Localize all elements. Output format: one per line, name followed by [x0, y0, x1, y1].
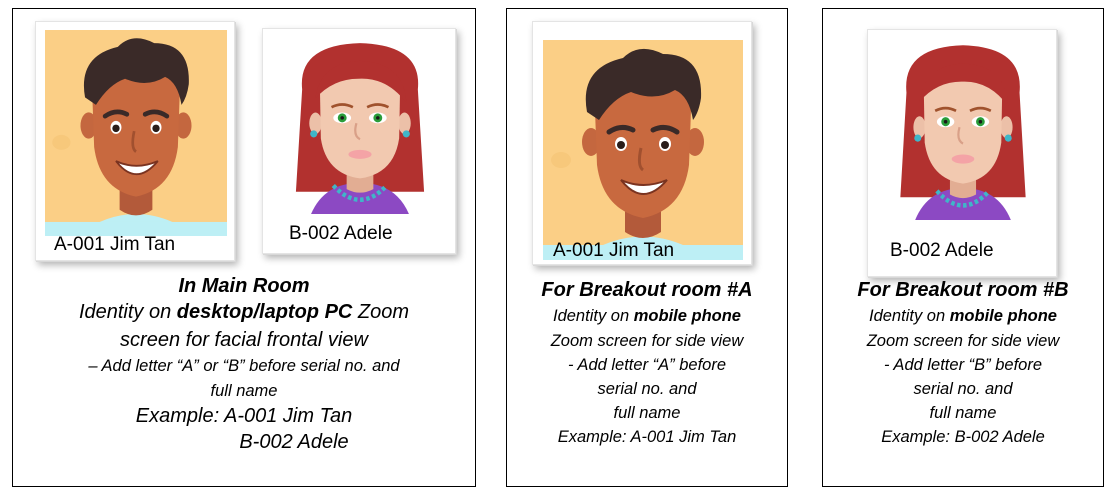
panel-breakout-b: B-002 Adele For Breakout room #B Identit… — [822, 8, 1104, 487]
caption-line: screen for facial frontal view — [120, 329, 368, 351]
avatar-adele-image — [876, 38, 1050, 220]
caption-line: full name — [613, 404, 681, 422]
photo-card-jim: A-001 Jim Tan — [35, 21, 235, 261]
caption-line: – Add letter “A” or “B” before serial no… — [88, 357, 400, 375]
caption-breakout-b: For Breakout room #B Identity on mobile … — [823, 277, 1103, 449]
caption-title: For Breakout room #A — [541, 279, 753, 301]
caption-line: full name — [929, 404, 997, 422]
caption-line: Example: A-001 Jim Tan — [557, 428, 737, 446]
card-name-label: B-002 Adele — [289, 223, 393, 244]
avatar-jim-image — [45, 30, 227, 236]
caption-line: Zoom screen for side view — [550, 332, 744, 350]
photo-card-adele: B-002 Adele — [867, 29, 1057, 277]
photo-card-adele: B-002 Adele — [262, 28, 456, 254]
caption-line: Identity on mobile phone — [553, 307, 741, 325]
card-name-label: A-001 Jim Tan — [553, 240, 675, 261]
panel-main-room: A-001 Jim Tan B-002 Adele In Main Room I… — [12, 8, 476, 487]
caption-breakout-a: For Breakout room #A Identity on mobile … — [507, 277, 787, 449]
caption-line: Identity on mobile phone — [869, 307, 1057, 325]
caption-line: full name — [210, 382, 278, 400]
caption-title: For Breakout room #B — [857, 279, 1069, 301]
caption-line: - Add letter “A” before — [567, 356, 727, 374]
caption-line: Example: A-001 Jim Tan — [135, 405, 353, 427]
caption-line: Example: B-002 Adele — [881, 428, 1045, 446]
caption-main: In Main Room Identity on desktop/laptop … — [13, 273, 475, 455]
panel-breakout-a: A-001 Jim Tan For Breakout room #A Ident… — [506, 8, 788, 487]
photo-card-jim: A-001 Jim Tan — [532, 21, 752, 265]
caption-line: serial no. and — [913, 380, 1013, 398]
caption-title: In Main Room — [178, 275, 310, 297]
avatar-jim-image — [543, 40, 743, 260]
avatar-adele-image — [271, 36, 449, 214]
caption-line: Zoom screen for side view — [866, 332, 1060, 350]
caption-line: Identity on desktop/laptop PC Zoom — [78, 301, 410, 323]
card-name-label: B-002 Adele — [890, 240, 994, 261]
caption-line: - Add letter “B” before — [883, 356, 1043, 374]
card-name-label: A-001 Jim Tan — [54, 234, 176, 255]
caption-line: serial no. and — [597, 380, 697, 398]
caption-line: B-002 Adele — [239, 431, 349, 453]
